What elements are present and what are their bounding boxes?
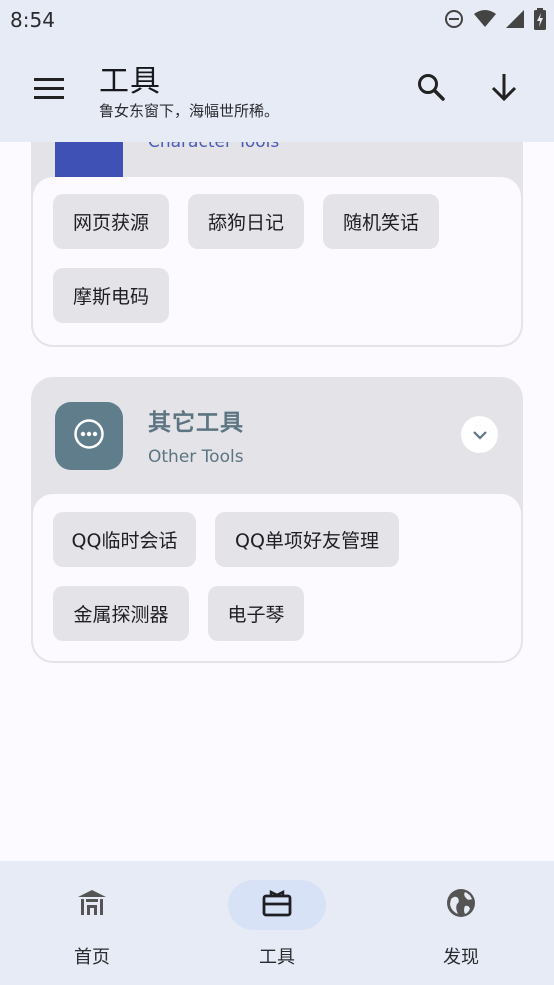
status-time: 8:54 — [10, 8, 55, 32]
page-title: 工具 — [99, 64, 161, 99]
tool-chip-web-source[interactable]: 网页获源 — [53, 194, 169, 249]
character-tools-card: Character Tools 网页获源 舔狗日记 随机笑话 摩斯电码 — [31, 142, 523, 347]
nav-item-home[interactable]: 首页 — [0, 861, 184, 985]
nav-home-pill — [43, 880, 141, 930]
toolbox-icon — [261, 887, 293, 923]
other-tools-icon — [55, 402, 123, 470]
tool-chip-qq-friend-manager[interactable]: QQ单项好友管理 — [215, 512, 399, 567]
search-button[interactable] — [408, 66, 454, 112]
signal-icon — [506, 10, 524, 28]
globe-icon — [445, 887, 477, 923]
other-tools-header[interactable]: 其它工具 Other Tools — [31, 377, 523, 492]
tool-chip-piano[interactable]: 电子琴 — [208, 586, 304, 641]
nav-item-discover[interactable]: 发现 — [369, 861, 553, 985]
search-icon — [416, 72, 446, 106]
do-not-disturb-icon — [444, 9, 464, 29]
menu-button[interactable] — [26, 68, 72, 114]
tool-chip-morse-code[interactable]: 摩斯电码 — [53, 268, 169, 323]
more-horizontal-icon — [73, 418, 105, 454]
wifi-icon — [474, 10, 496, 28]
page-subtitle: 鲁女东窗下，海幅世所稀。 — [99, 102, 280, 120]
arrow-down-icon — [490, 72, 518, 106]
nav-discover-pill — [412, 880, 510, 930]
download-button[interactable] — [481, 66, 527, 112]
nav-label-tools: 工具 — [259, 947, 295, 968]
chevron-down-icon — [472, 425, 488, 444]
bottom-navigation: 首页 工具 发现 — [0, 861, 554, 985]
other-tools-card: 其它工具 Other Tools QQ临时会话 QQ单项好友管理 金属探测器 电… — [31, 377, 523, 663]
tool-chip-qq-temp-chat[interactable]: QQ临时会话 — [53, 512, 196, 567]
app-bar: 工具 鲁女东窗下，海幅世所稀。 — [0, 38, 554, 142]
battery-charging-icon — [534, 8, 546, 30]
tool-chip-dog-diary[interactable]: 舔狗日记 — [188, 194, 304, 249]
home-icon — [76, 887, 108, 923]
nav-label-home: 首页 — [74, 947, 110, 968]
status-icons — [444, 8, 546, 30]
nav-tools-pill — [228, 880, 326, 930]
menu-icon — [34, 78, 64, 104]
tool-chip-metal-detector[interactable]: 金属探测器 — [53, 586, 189, 641]
nav-item-tools[interactable]: 工具 — [185, 861, 369, 985]
other-tools-expand-button[interactable] — [461, 416, 498, 453]
tool-category-list[interactable]: Character Tools 网页获源 舔狗日记 随机笑话 摩斯电码 其它工具… — [0, 142, 554, 861]
status-bar: 8:54 — [0, 0, 554, 38]
other-tools-list: QQ临时会话 QQ单项好友管理 金属探测器 电子琴 — [33, 494, 521, 661]
tool-chip-random-joke[interactable]: 随机笑话 — [323, 194, 439, 249]
other-tools-title: 其它工具 — [148, 410, 244, 436]
nav-label-discover: 发现 — [443, 947, 479, 968]
character-tools-list: 网页获源 舔狗日记 随机笑话 摩斯电码 — [33, 177, 521, 345]
other-tools-subtitle: Other Tools — [148, 447, 244, 467]
character-tools-subtitle: Character Tools — [148, 142, 280, 152]
